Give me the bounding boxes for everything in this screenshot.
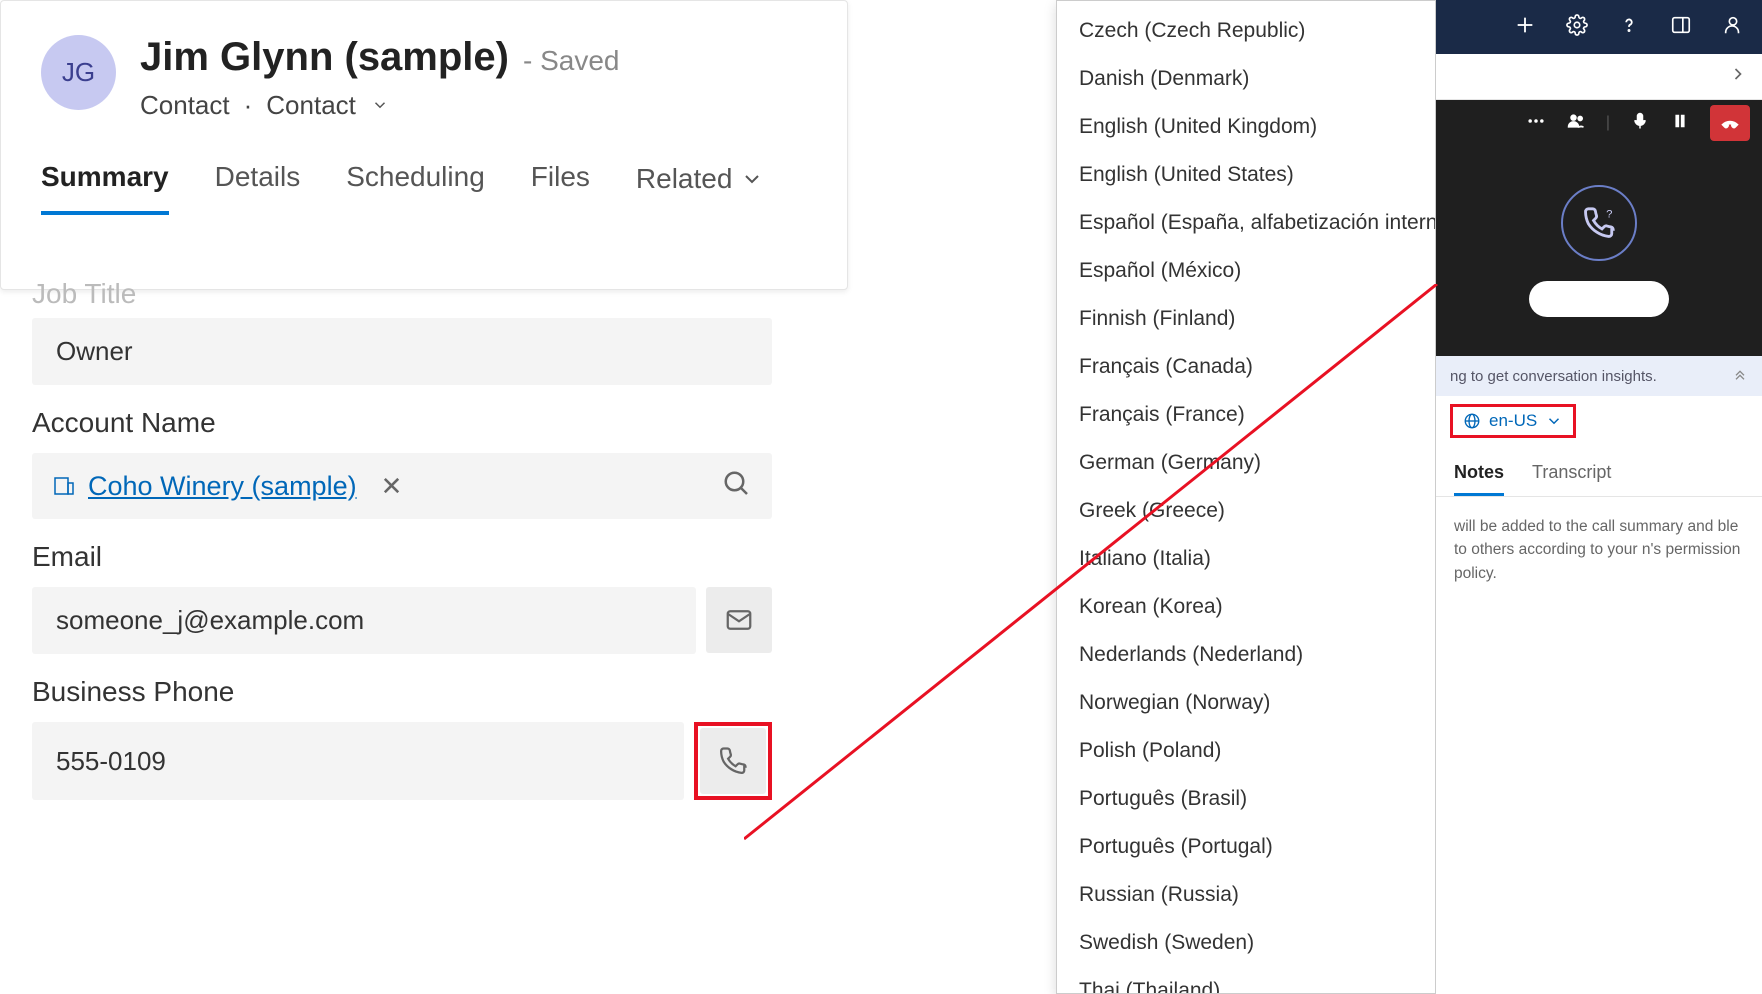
tab-bar: Summary Details Scheduling Files Related — [1, 121, 847, 215]
language-option[interactable]: Français (France) — [1057, 391, 1435, 439]
people-icon — [1566, 111, 1586, 131]
chevron-down-icon — [740, 167, 764, 191]
globe-icon — [1463, 412, 1481, 430]
tab-files[interactable]: Files — [531, 161, 590, 215]
help-icon — [1618, 14, 1640, 36]
hold-button[interactable] — [1670, 111, 1690, 136]
gear-icon — [1566, 14, 1588, 36]
call-body: ? — [1436, 146, 1762, 356]
add-button[interactable] — [1514, 14, 1536, 41]
language-option[interactable]: Russian (Russia) — [1057, 871, 1435, 919]
search-icon[interactable] — [722, 469, 752, 504]
contact-card: JG Jim Glynn (sample) - Saved Contact · … — [0, 0, 848, 290]
panel-button-1[interactable] — [1670, 14, 1692, 41]
language-option[interactable]: Thai (Thailand) — [1057, 967, 1435, 993]
microphone-icon — [1630, 111, 1650, 131]
call-button[interactable] — [700, 728, 766, 794]
plus-icon — [1514, 14, 1536, 36]
forward-button[interactable] — [1728, 64, 1748, 89]
settings-button[interactable] — [1566, 14, 1588, 41]
caller-name-redacted — [1529, 281, 1669, 317]
entity-type: Contact — [140, 90, 230, 121]
account-icon — [52, 474, 76, 498]
tab-details[interactable]: Details — [215, 161, 301, 215]
language-option[interactable]: Italiano (Italia) — [1057, 535, 1435, 583]
call-insights-panel: | ? ng to get conversation insights. en-… — [1436, 0, 1762, 994]
language-option[interactable]: Finnish (Finland) — [1057, 295, 1435, 343]
phone-icon — [718, 746, 748, 776]
email-field[interactable]: someone_j@example.com — [32, 587, 696, 654]
language-option[interactable]: Português (Portugal) — [1057, 823, 1435, 871]
chevron-right-icon — [1728, 64, 1748, 84]
panel-subbar — [1436, 54, 1762, 100]
job-title-label: Job Title — [32, 278, 772, 310]
chevron-down-icon — [1545, 412, 1563, 430]
contact-name: Jim Glynn (sample) — [140, 35, 509, 80]
language-option[interactable]: Czech (Czech Republic) — [1057, 7, 1435, 55]
language-option[interactable]: Español (España, alfabetización internac… — [1057, 199, 1435, 247]
language-option[interactable]: Español (México) — [1057, 247, 1435, 295]
phone-label: Business Phone — [32, 676, 772, 708]
panel-button-2[interactable] — [1722, 14, 1744, 41]
account-link[interactable]: Coho Winery (sample) — [88, 471, 357, 502]
remove-account-button[interactable]: ✕ — [381, 471, 403, 502]
job-title-field[interactable]: Owner — [32, 318, 772, 385]
language-option[interactable]: Swedish (Sweden) — [1057, 919, 1435, 967]
language-option[interactable]: Norwegian (Norway) — [1057, 679, 1435, 727]
language-option[interactable]: Français (Canada) — [1057, 343, 1435, 391]
language-option[interactable]: English (United States) — [1057, 151, 1435, 199]
chevron-double-up-icon — [1732, 366, 1748, 382]
phone-field[interactable]: 555-0109 — [32, 722, 684, 800]
panel-icon — [1670, 14, 1692, 36]
call-controls-bar: | — [1436, 100, 1762, 146]
help-button[interactable] — [1618, 14, 1640, 41]
language-option[interactable]: Polish (Poland) — [1057, 727, 1435, 775]
chevron-down-icon — [371, 90, 389, 121]
account-lookup-field[interactable]: Coho Winery (sample) ✕ — [32, 453, 772, 519]
insight-banner: ng to get conversation insights. — [1436, 356, 1762, 396]
contact-form: Job Title Owner Account Name Coho Winery… — [32, 280, 772, 800]
svg-text:?: ? — [1606, 208, 1612, 220]
phone-highlight — [694, 722, 772, 800]
tab-scheduling[interactable]: Scheduling — [346, 161, 485, 215]
hangup-button[interactable] — [1710, 105, 1750, 141]
collapse-button[interactable] — [1732, 366, 1748, 386]
hangup-icon — [1720, 113, 1740, 133]
language-selector[interactable]: en-US — [1450, 404, 1576, 438]
phone-question-icon: ? — [1582, 206, 1616, 240]
email-label: Email — [32, 541, 772, 573]
account-label: Account Name — [32, 407, 772, 439]
language-option[interactable]: Português (Brasil) — [1057, 775, 1435, 823]
more-icon — [1526, 111, 1546, 131]
app-topbar — [1436, 0, 1762, 54]
tab-notes[interactable]: Notes — [1454, 462, 1504, 496]
avatar: JG — [41, 35, 116, 110]
more-button[interactable] — [1526, 111, 1546, 136]
language-option[interactable]: Danish (Denmark) — [1057, 55, 1435, 103]
language-option[interactable]: German (Germany) — [1057, 439, 1435, 487]
language-option[interactable]: English (United Kingdom) — [1057, 103, 1435, 151]
tab-related[interactable]: Related — [636, 161, 765, 215]
language-option[interactable]: Korean (Korea) — [1057, 583, 1435, 631]
mute-button[interactable] — [1630, 111, 1650, 136]
tab-summary[interactable]: Summary — [41, 161, 169, 215]
notes-disclaimer: will be added to the call summary and bl… — [1436, 497, 1762, 603]
send-email-button[interactable] — [706, 587, 772, 653]
notes-tab-bar: Notes Transcript — [1436, 448, 1762, 497]
caller-avatar: ? — [1561, 185, 1637, 261]
language-dropdown[interactable]: Czech (Czech Republic)Danish (Denmark)En… — [1056, 0, 1436, 994]
form-type-selector[interactable]: Contact — [266, 90, 389, 121]
tab-transcript[interactable]: Transcript — [1532, 462, 1611, 496]
save-status: - Saved — [523, 45, 620, 77]
email-icon — [724, 605, 754, 635]
pause-icon — [1670, 111, 1690, 131]
language-option[interactable]: Nederlands (Nederland) — [1057, 631, 1435, 679]
person-icon — [1722, 14, 1744, 36]
language-option[interactable]: Greek (Greece) — [1057, 487, 1435, 535]
participants-button[interactable] — [1566, 111, 1586, 136]
